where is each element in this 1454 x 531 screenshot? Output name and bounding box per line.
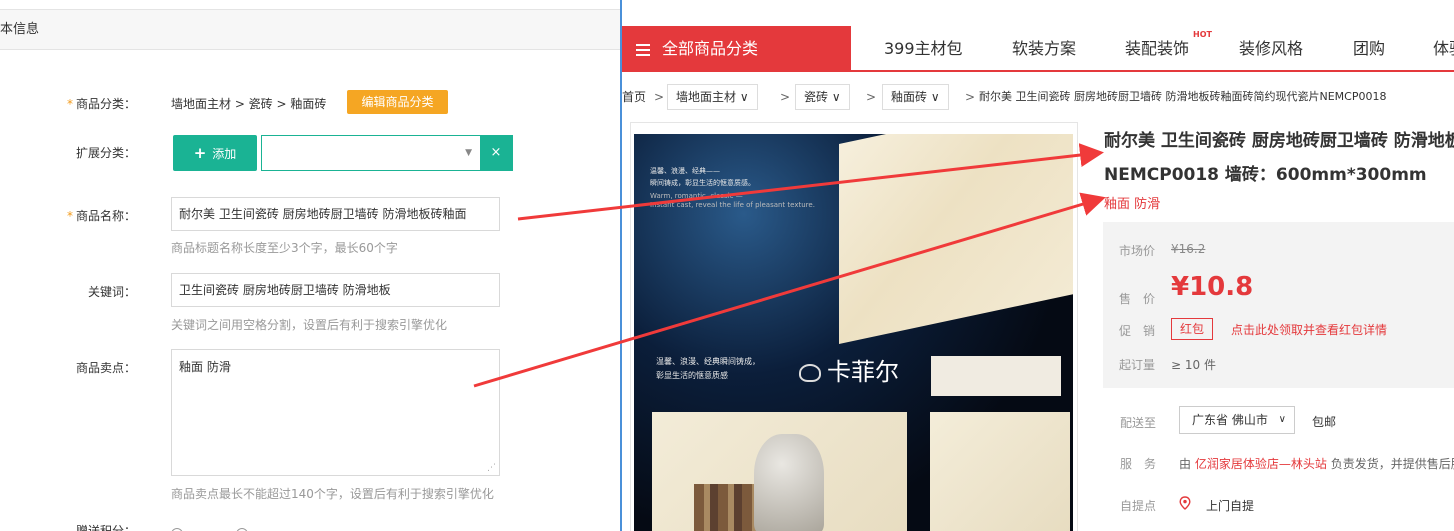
keywords-label: 关键词：	[87, 285, 136, 299]
free-shipping: 包邮	[1312, 415, 1337, 429]
menu-icon	[636, 41, 650, 59]
pickup-label: 自提点	[1120, 499, 1157, 513]
nav-item-experience[interactable]: 体验	[1433, 26, 1454, 72]
red-packet-tag[interactable]: 红包	[1171, 318, 1214, 340]
breadcrumb-product: 耐尔美 卫生间瓷砖 厨房地砖厨卫墙砖 防滑地板砖釉面砖简约现代瓷片NEMCP00…	[979, 90, 1387, 103]
tile-image-sample	[930, 412, 1070, 531]
moq-value: ≥ 10 件	[1171, 358, 1216, 372]
caret-down-icon: ▼	[465, 148, 472, 158]
required-star: *	[66, 209, 73, 223]
service-info: 由 亿润家居体验店—林头站 负责发货，并提供售后服务	[1179, 457, 1454, 471]
ext-category-select[interactable]: ▼ ×	[261, 135, 513, 171]
product-main-image[interactable]: 温馨、浪漫、经典—— 瞬间铸成，彰显生活的惬意质感。 Warm, romanti…	[634, 134, 1073, 531]
promo-text: 彰显生活的惬意质感	[656, 371, 728, 380]
location-pin-icon	[1179, 496, 1191, 510]
radio-group	[171, 523, 249, 531]
keywords-input[interactable]: 卫生间瓷砖 厨房地砖厨卫墙砖 防滑地板	[171, 273, 500, 307]
sale-price: ¥10.8	[1171, 272, 1254, 302]
breadcrumb-home[interactable]: 首页	[622, 84, 646, 110]
section-title: 本信息	[0, 10, 620, 50]
nav-item-assembly-decor[interactable]: 装配装饰	[1125, 26, 1189, 72]
market-price: ¥16.2	[1171, 242, 1206, 256]
breadcrumb-level2[interactable]: 瓷砖 ∨	[795, 84, 850, 110]
bottom-row-label: 赠送积分：	[75, 524, 136, 531]
main-nav: 全部商品分类 399主材包 软装方案 装配装饰 HOT 装修风格 团购 体验	[622, 26, 1454, 72]
chevron-down-icon: ∨	[831, 90, 841, 104]
storefront-panel: 全部商品分类 399主材包 软装方案 装配装饰 HOT 装修风格 团购 体验 首…	[622, 0, 1454, 531]
chevron-down-icon: ∨	[930, 90, 940, 104]
plus-icon: +	[193, 144, 207, 162]
red-packet-link[interactable]: 点击此处领取并查看红包详情	[1231, 321, 1387, 338]
tile-thumbnail-strip	[931, 356, 1061, 396]
selling-points-label: 商品卖点：	[75, 361, 136, 375]
all-categories-button[interactable]: 全部商品分类	[622, 26, 851, 72]
promo-text: Instant cast, reveal the life of pleasan…	[650, 201, 815, 209]
resize-grip-icon[interactable]: ⋰	[487, 463, 496, 473]
radio-option[interactable]	[236, 527, 249, 531]
brand-logo-icon	[799, 364, 821, 382]
edit-category-button[interactable]: 编辑商品分类	[347, 90, 448, 114]
pickup-value: 上门自提	[1206, 499, 1255, 513]
selling-points-value: 釉面 防滑	[179, 360, 231, 374]
clear-select-button[interactable]: ×	[480, 136, 512, 170]
ship-to-label: 配送至	[1120, 416, 1157, 430]
chevron-down-icon: ∨	[1278, 414, 1286, 425]
promotion-label: 促 销	[1119, 324, 1156, 338]
required-star: *	[66, 97, 73, 111]
category-value: 墙地面主材 > 瓷砖 > 釉面砖	[171, 97, 327, 111]
promo-text: 温馨、浪漫、经典——	[650, 167, 720, 175]
promo-text: 温馨、浪漫、经典瞬间铸成，	[656, 357, 760, 366]
radio-option[interactable]	[171, 527, 183, 531]
promo-text: Warm, romantic, classic —	[650, 192, 743, 200]
ext-category-label: 扩展分类：	[75, 146, 136, 160]
product-title-line2: NEMCP0018 墙砖：600mm*300mm	[1104, 165, 1427, 185]
product-name-hint: 商品标题名称长度至少3个字，最长60个字	[171, 241, 398, 255]
breadcrumb-separator: >	[866, 90, 877, 104]
breadcrumb-separator: >	[780, 90, 791, 104]
product-name-label: * 商品名称：	[66, 209, 136, 223]
product-selling-points: 釉面 防滑	[1104, 197, 1161, 212]
keywords-hint: 关键词之间用空格分割，设置后有利于搜索引擎优化	[171, 318, 448, 332]
nav-item-soft-decor[interactable]: 软装方案	[1012, 26, 1076, 72]
category-label: * 商品分类：	[66, 97, 136, 111]
market-price-label: 市场价	[1119, 244, 1156, 258]
region-select[interactable]: 广东省 佛山市 ∨	[1179, 406, 1295, 434]
hot-badge: HOT	[1193, 30, 1212, 39]
breadcrumb-level1[interactable]: 墙地面主材 ∨	[667, 84, 758, 110]
promo-text: 瞬间铸成，彰显生活的惬意质感。	[650, 179, 755, 187]
sale-price-label: 售 价	[1119, 292, 1156, 306]
price-panel: 市场价 ¥16.2 售 价 ¥10.8 促 销 红包 点击此处领取并查看红包详情…	[1103, 222, 1454, 388]
tile-image-large	[839, 134, 1073, 344]
product-gallery[interactable]: 温馨、浪漫、经典—— 瞬间铸成，彰显生活的惬意质感。 Warm, romanti…	[630, 122, 1078, 531]
product-name-input[interactable]: 耐尔美 卫生间瓷砖 厨房地砖厨卫墙砖 防滑地板砖釉面	[171, 197, 500, 231]
screenshot-root: 本信息 * 商品分类： 墙地面主材 > 瓷砖 > 釉面砖 编辑商品分类 扩展分类：…	[0, 0, 1454, 531]
selling-points-hint: 商品卖点最长不能超过140个字，设置后有利于搜索引擎优化	[171, 487, 494, 501]
product-title: 耐尔美 卫生间瓷砖 厨房地砖厨卫墙砖 防滑地板砖	[1104, 131, 1454, 151]
add-ext-category-button[interactable]: + 添加	[173, 135, 257, 171]
moq-label: 起订量	[1119, 358, 1156, 372]
nav-item-package[interactable]: 399主材包	[884, 26, 963, 72]
chevron-down-icon: ∨	[739, 90, 749, 104]
service-label: 服 务	[1120, 457, 1157, 471]
breadcrumb-separator: >	[654, 90, 665, 104]
vase-decoration	[754, 434, 824, 531]
admin-form-panel: 本信息 * 商品分类： 墙地面主材 > 瓷砖 > 釉面砖 编辑商品分类 扩展分类：…	[0, 0, 620, 531]
selling-points-textarea[interactable]: 釉面 防滑 ⋰	[171, 349, 500, 476]
breadcrumb-level3[interactable]: 釉面砖 ∨	[882, 84, 949, 110]
breadcrumb-separator: >	[965, 90, 976, 104]
store-link[interactable]: 亿润家居体验店—林头站	[1195, 457, 1327, 471]
nav-item-group-buy[interactable]: 团购	[1353, 26, 1385, 72]
top-strip	[0, 0, 620, 10]
nav-item-style[interactable]: 装修风格	[1239, 26, 1303, 72]
brand-logo: 卡菲尔	[799, 352, 899, 387]
